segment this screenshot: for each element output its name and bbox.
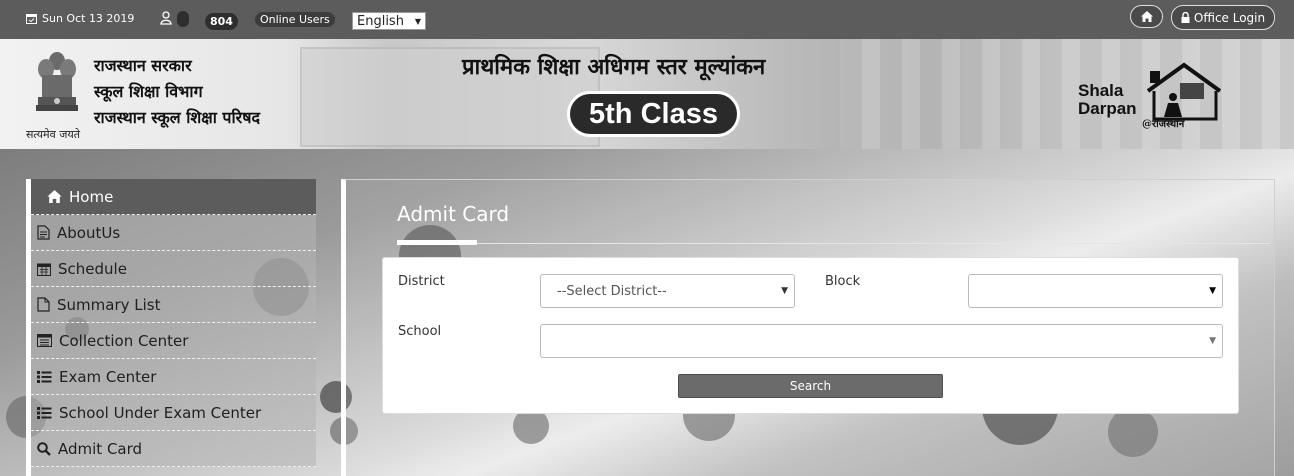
search-icon — [37, 441, 51, 456]
govt-line: राजस्थान स्कूल शिक्षा परिषद — [94, 108, 260, 127]
sidebar-item-aboutus[interactable]: AboutUs — [31, 215, 316, 251]
class-badge: 5th Class — [567, 91, 740, 137]
banner-photo-children — [840, 39, 1294, 149]
list-icon — [37, 406, 52, 419]
language-value: English — [357, 13, 404, 29]
home-icon — [47, 190, 62, 203]
logo-line: Shala — [1078, 81, 1124, 100]
user-avatar — [177, 11, 189, 27]
sidebar-item-school-under-exam-center[interactable]: School Under Exam Center — [31, 395, 316, 431]
calendar-check-icon — [26, 14, 37, 24]
list-icon — [37, 370, 52, 383]
sidebar-item-summary-list[interactable]: Summary List — [31, 287, 316, 323]
govt-line: राजस्थान सरकार — [94, 56, 192, 75]
chevron-down-icon: ▼ — [414, 16, 421, 26]
title-underline-accent — [397, 240, 477, 245]
sidebar-item-home[interactable]: Home — [31, 179, 316, 215]
chevron-down-icon: ▼ — [781, 286, 788, 296]
online-count-badge: 804 — [205, 13, 238, 30]
sidebar-item-label: Admit Card — [58, 439, 143, 458]
sidebar-item-admit-card[interactable]: Admit Card — [31, 431, 316, 467]
date-text: Sun Oct 13 2019 — [42, 12, 135, 25]
file-icon — [37, 297, 50, 312]
block-select[interactable]: ▼ — [968, 274, 1223, 308]
date-display: Sun Oct 13 2019 — [26, 12, 134, 25]
page-title: Admit Card — [397, 202, 510, 226]
admit-card-form: District --Select District-- ▼ Block ▼ S… — [382, 257, 1239, 414]
calendar-icon — [37, 263, 51, 276]
chevron-down-icon: ▼ — [1209, 336, 1216, 346]
top-bar: Sun Oct 13 2019 804 Online Users English… — [0, 0, 1294, 39]
content-panel: Admit Card District --Select District-- … — [341, 179, 1275, 476]
sidebar-item-label: Home — [69, 187, 114, 206]
sidebar-item-label: Schedule — [58, 259, 127, 278]
search-button[interactable]: Search — [678, 374, 943, 398]
district-select-value: --Select District-- — [557, 283, 667, 299]
sidebar-item-label: Collection Center — [59, 331, 189, 350]
sidebar-item-label: Summary List — [57, 295, 161, 314]
national-emblem-icon — [36, 52, 78, 111]
language-select[interactable]: English ▼ — [352, 12, 426, 30]
site-title: प्राथमिक शिक्षा अधिगम स्तर मूल्यांकन — [462, 54, 766, 80]
sidebar-item-label: Exam Center — [59, 367, 157, 386]
district-select[interactable]: --Select District-- ▼ — [540, 274, 795, 308]
office-login-button[interactable]: Office Login — [1171, 5, 1275, 30]
district-label: District — [398, 274, 445, 289]
emblem-motto: सत्यमेव जयते — [26, 128, 81, 141]
online-users-label: Online Users — [255, 12, 335, 27]
logo-tag: @राजस्थान — [1142, 119, 1185, 130]
file-text-icon — [37, 225, 50, 240]
logo-line: Darpan — [1078, 99, 1137, 118]
header-banner: सत्यमेव जयते राजस्थान सरकार स्कूल शिक्षा… — [0, 39, 1294, 149]
lock-icon — [1181, 12, 1190, 23]
sidebar-item-collection-center[interactable]: Collection Center — [31, 323, 316, 359]
list-alt-icon — [37, 334, 52, 347]
home-button[interactable] — [1130, 5, 1163, 28]
sidebar-item-schedule[interactable]: Schedule — [31, 251, 316, 287]
office-login-label: Office Login — [1193, 10, 1266, 25]
govt-line: स्कूल शिक्षा विभाग — [94, 82, 203, 101]
title-divider — [397, 243, 1270, 244]
shala-darpan-logo: Shala Darpan @राजस्थान — [1078, 61, 1224, 130]
sidebar-item-label: School Under Exam Center — [59, 403, 262, 422]
school-label: School — [398, 324, 442, 339]
school-select[interactable]: ▼ — [540, 324, 1223, 358]
block-label: Block — [825, 274, 861, 289]
sidebar-nav: Home AboutUs Schedule Summary List Colle… — [26, 179, 316, 476]
chevron-down-icon: ▼ — [1209, 286, 1216, 296]
home-icon — [1140, 11, 1153, 22]
user-icon — [160, 11, 172, 25]
sidebar-item-label: AboutUs — [57, 223, 121, 242]
government-names: राजस्थान सरकार स्कूल शिक्षा विभाग राजस्थ… — [94, 53, 260, 131]
sidebar-item-exam-center[interactable]: Exam Center — [31, 359, 316, 395]
